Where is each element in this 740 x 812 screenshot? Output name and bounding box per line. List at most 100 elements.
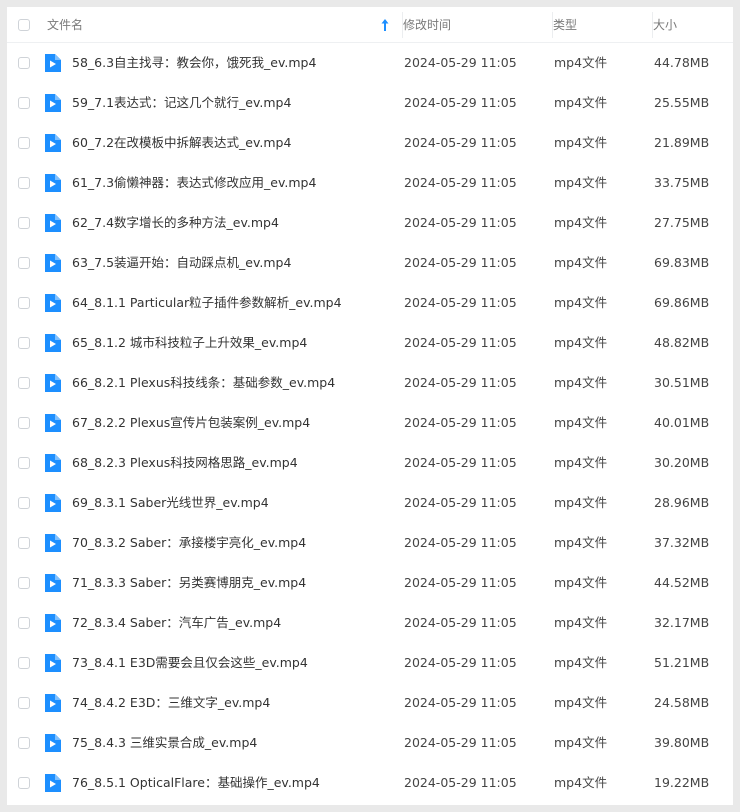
file-name[interactable]: 60_7.2在改模板中拆解表达式_ev.mp4 (72, 123, 397, 163)
file-modified-time: 2024-05-29 11:05 (404, 575, 517, 590)
file-name[interactable]: 68_8.2.3 Plexus科技网格思路_ev.mp4 (72, 443, 397, 483)
file-row[interactable]: 68_8.2.3 Plexus科技网格思路_ev.mp4 2024-05-29 … (7, 443, 733, 483)
file-modified-time: 2024-05-29 11:05 (404, 535, 517, 550)
file-modified-time: 2024-05-29 11:05 (404, 255, 517, 270)
file-modified-time: 2024-05-29 11:05 (404, 55, 517, 70)
column-header-name-label: 文件名 (47, 18, 84, 32)
file-size: 24.58MB (654, 695, 710, 710)
file-size: 48.82MB (654, 335, 710, 350)
file-modified-time: 2024-05-29 11:05 (404, 455, 517, 470)
file-row[interactable]: 72_8.3.4 Saber：汽车广告_ev.mp4 2024-05-29 11… (7, 603, 733, 643)
file-size: 30.20MB (654, 455, 710, 470)
column-header-type-label: 类型 (553, 18, 578, 32)
file-name[interactable]: 63_7.5装逼开始：自动踩点机_ev.mp4 (72, 243, 397, 283)
row-checkbox[interactable] (18, 657, 30, 669)
row-checkbox[interactable] (18, 297, 30, 309)
row-checkbox[interactable] (18, 457, 30, 469)
file-name[interactable]: 59_7.1表达式：记这几个就行_ev.mp4 (72, 83, 397, 123)
file-row[interactable]: 73_8.4.1 E3D需要会且仅会这些_ev.mp4 2024-05-29 1… (7, 643, 733, 683)
file-size: 21.89MB (654, 135, 710, 150)
file-row[interactable]: 65_8.1.2 城市科技粒子上升效果_ev.mp4 2024-05-29 11… (7, 323, 733, 363)
file-row[interactable]: 59_7.1表达式：记这几个就行_ev.mp4 2024-05-29 11:05… (7, 83, 733, 123)
row-checkbox[interactable] (18, 137, 30, 149)
file-name[interactable]: 62_7.4数字增长的多种方法_ev.mp4 (72, 203, 397, 243)
row-checkbox[interactable] (18, 377, 30, 389)
file-name[interactable]: 76_8.5.1 OpticalFlare：基础操作_ev.mp4 (72, 763, 397, 803)
file-name[interactable]: 61_7.3偷懒神器：表达式修改应用_ev.mp4 (72, 163, 397, 203)
file-name[interactable]: 67_8.2.2 Plexus宣传片包装案例_ev.mp4 (72, 403, 397, 443)
file-modified-time: 2024-05-29 11:05 (404, 335, 517, 350)
file-name[interactable]: 66_8.2.1 Plexus科技线条：基础参数_ev.mp4 (72, 363, 397, 403)
column-header-type[interactable]: 类型 (553, 7, 643, 43)
file-modified-time: 2024-05-29 11:05 (404, 495, 517, 510)
row-checkbox[interactable] (18, 57, 30, 69)
row-checkbox[interactable] (18, 217, 30, 229)
file-modified-time: 2024-05-29 11:05 (404, 415, 517, 430)
file-type: mp4文件 (554, 335, 608, 350)
file-type: mp4文件 (554, 175, 608, 190)
select-all-checkbox[interactable] (18, 19, 30, 31)
file-row[interactable]: 71_8.3.3 Saber：另类赛博朋克_ev.mp4 2024-05-29 … (7, 563, 733, 603)
file-type: mp4文件 (554, 295, 608, 310)
file-name[interactable]: 64_8.1.1 Particular粒子插件参数解析_ev.mp4 (72, 283, 397, 323)
video-file-icon (45, 334, 61, 352)
file-name[interactable]: 71_8.3.3 Saber：另类赛博朋克_ev.mp4 (72, 563, 397, 603)
file-row[interactable]: 66_8.2.1 Plexus科技线条：基础参数_ev.mp4 2024-05-… (7, 363, 733, 403)
file-name[interactable]: 73_8.4.1 E3D需要会且仅会这些_ev.mp4 (72, 643, 397, 683)
column-header-size[interactable]: 大小 (653, 7, 723, 43)
file-modified-time: 2024-05-29 11:05 (404, 655, 517, 670)
video-file-icon (45, 774, 61, 792)
file-row[interactable]: 70_8.3.2 Saber：承接楼宇亮化_ev.mp4 2024-05-29 … (7, 523, 733, 563)
video-file-icon (45, 494, 61, 512)
file-type: mp4文件 (554, 455, 608, 470)
file-type: mp4文件 (554, 135, 608, 150)
file-name[interactable]: 70_8.3.2 Saber：承接楼宇亮化_ev.mp4 (72, 523, 397, 563)
file-type: mp4文件 (554, 495, 608, 510)
file-type: mp4文件 (554, 55, 608, 70)
file-size: 69.86MB (654, 295, 710, 310)
file-row[interactable]: 74_8.4.2 E3D：三维文字_ev.mp4 2024-05-29 11:0… (7, 683, 733, 723)
file-row[interactable]: 75_8.4.3 三维实景合成_ev.mp4 2024-05-29 11:05 … (7, 723, 733, 763)
row-checkbox[interactable] (18, 577, 30, 589)
file-row[interactable]: 64_8.1.1 Particular粒子插件参数解析_ev.mp4 2024-… (7, 283, 733, 323)
row-checkbox[interactable] (18, 257, 30, 269)
file-row[interactable]: 62_7.4数字增长的多种方法_ev.mp4 2024-05-29 11:05 … (7, 203, 733, 243)
file-row[interactable]: 63_7.5装逼开始：自动踩点机_ev.mp4 2024-05-29 11:05… (7, 243, 733, 283)
row-checkbox[interactable] (18, 97, 30, 109)
column-header-name[interactable]: 文件名 (47, 7, 397, 43)
file-type: mp4文件 (554, 615, 608, 630)
arrow-up-icon[interactable] (380, 18, 390, 32)
file-modified-time: 2024-05-29 11:05 (404, 375, 517, 390)
row-checkbox[interactable] (18, 417, 30, 429)
file-size: 39.80MB (654, 735, 710, 750)
column-header-modified[interactable]: 修改时间 (403, 7, 543, 43)
file-name[interactable]: 58_6.3自主找寻：教会你，饿死我_ev.mp4 (72, 43, 397, 83)
row-checkbox[interactable] (18, 737, 30, 749)
row-checkbox[interactable] (18, 697, 30, 709)
row-checkbox[interactable] (18, 177, 30, 189)
file-row[interactable]: 76_8.5.1 OpticalFlare：基础操作_ev.mp4 2024-0… (7, 763, 733, 803)
file-type: mp4文件 (554, 95, 608, 110)
file-size: 44.52MB (654, 575, 710, 590)
row-checkbox[interactable] (18, 497, 30, 509)
file-type: mp4文件 (554, 695, 608, 710)
row-checkbox[interactable] (18, 777, 30, 789)
file-name[interactable]: 69_8.3.1 Saber光线世界_ev.mp4 (72, 483, 397, 523)
file-row[interactable]: 61_7.3偷懒神器：表达式修改应用_ev.mp4 2024-05-29 11:… (7, 163, 733, 203)
video-file-icon (45, 414, 61, 432)
file-row[interactable]: 69_8.3.1 Saber光线世界_ev.mp4 2024-05-29 11:… (7, 483, 733, 523)
file-row[interactable]: 58_6.3自主找寻：教会你，饿死我_ev.mp4 2024-05-29 11:… (7, 43, 733, 83)
file-name[interactable]: 72_8.3.4 Saber：汽车广告_ev.mp4 (72, 603, 397, 643)
file-name[interactable]: 75_8.4.3 三维实景合成_ev.mp4 (72, 723, 397, 763)
video-file-icon (45, 134, 61, 152)
file-modified-time: 2024-05-29 11:05 (404, 215, 517, 230)
file-size: 32.17MB (654, 615, 710, 630)
file-row[interactable]: 60_7.2在改模板中拆解表达式_ev.mp4 2024-05-29 11:05… (7, 123, 733, 163)
row-checkbox[interactable] (18, 537, 30, 549)
row-checkbox[interactable] (18, 337, 30, 349)
file-name[interactable]: 65_8.1.2 城市科技粒子上升效果_ev.mp4 (72, 323, 397, 363)
file-size: 27.75MB (654, 215, 710, 230)
file-row[interactable]: 67_8.2.2 Plexus宣传片包装案例_ev.mp4 2024-05-29… (7, 403, 733, 443)
file-name[interactable]: 74_8.4.2 E3D：三维文字_ev.mp4 (72, 683, 397, 723)
row-checkbox[interactable] (18, 617, 30, 629)
